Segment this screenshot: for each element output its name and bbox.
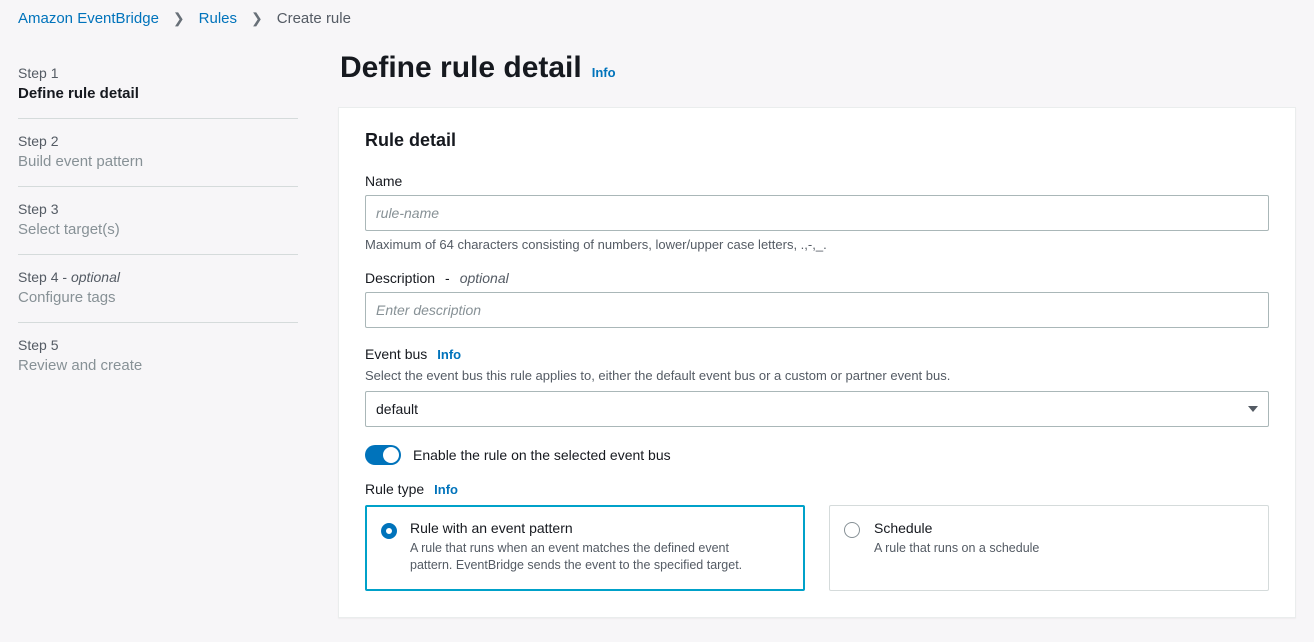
- step-3[interactable]: Step 3 Select target(s): [18, 187, 298, 255]
- panel-title: Rule detail: [365, 130, 1269, 151]
- event-bus-field: Event bus Info Select the event bus this…: [365, 346, 1269, 427]
- step-5[interactable]: Step 5 Review and create: [18, 323, 298, 390]
- radio-unselected-icon: [844, 522, 860, 538]
- step-1[interactable]: Step 1 Define rule detail: [18, 51, 298, 119]
- event-bus-help: Select the event bus this rule applies t…: [365, 368, 1269, 383]
- step-label: Step 3: [18, 201, 298, 217]
- breadcrumb-current: Create rule: [277, 10, 351, 27]
- description-field: Description - optional: [365, 270, 1269, 328]
- rule-detail-panel: Rule detail Name Maximum of 64 character…: [338, 107, 1296, 618]
- rule-type-event-pattern-tile[interactable]: Rule with an event pattern A rule that r…: [365, 505, 805, 591]
- rule-type-field: Rule type Info: [365, 481, 1269, 497]
- page-title: Define rule detail: [340, 51, 582, 85]
- step-title: Define rule detail: [18, 85, 298, 102]
- page-info-link[interactable]: Info: [592, 65, 616, 80]
- step-4[interactable]: Step 4 - optional Configure tags: [18, 255, 298, 323]
- step-title: Select target(s): [18, 221, 298, 238]
- main-content: Define rule detail Info Rule detail Name…: [338, 51, 1296, 618]
- step-label: Step 4 - optional: [18, 269, 298, 285]
- step-title: Build event pattern: [18, 153, 298, 170]
- enable-rule-toggle-label: Enable the rule on the selected event bu…: [413, 447, 671, 463]
- breadcrumb-root[interactable]: Amazon EventBridge: [18, 10, 159, 27]
- rule-type-info-link[interactable]: Info: [434, 482, 458, 497]
- step-2[interactable]: Step 2 Build event pattern: [18, 119, 298, 187]
- breadcrumb: Amazon EventBridge ❯ Rules ❯ Create rule: [18, 10, 1296, 27]
- wizard-stepper: Step 1 Define rule detail Step 2 Build e…: [18, 51, 298, 618]
- rule-type-label: Rule type Info: [365, 481, 1269, 497]
- breadcrumb-rules[interactable]: Rules: [199, 10, 237, 27]
- step-label: Step 5: [18, 337, 298, 353]
- step-label: Step 1: [18, 65, 298, 81]
- step-title: Review and create: [18, 357, 298, 374]
- event-bus-select[interactable]: default: [365, 391, 1269, 427]
- rule-type-tiles: Rule with an event pattern A rule that r…: [365, 505, 1269, 591]
- description-input[interactable]: [365, 292, 1269, 328]
- tile-description: A rule that runs when an event matches t…: [410, 540, 750, 574]
- radio-selected-icon: [381, 523, 397, 539]
- caret-down-icon: [1248, 406, 1258, 412]
- description-label: Description - optional: [365, 270, 1269, 286]
- event-bus-selected-value: default: [376, 401, 418, 417]
- tile-description: A rule that runs on a schedule: [874, 540, 1214, 557]
- enable-rule-toggle[interactable]: [365, 445, 401, 465]
- name-label: Name: [365, 173, 1269, 189]
- event-bus-label: Event bus Info: [365, 346, 1269, 362]
- toggle-knob-icon: [383, 447, 399, 463]
- step-label: Step 2: [18, 133, 298, 149]
- step-title: Configure tags: [18, 289, 298, 306]
- event-bus-info-link[interactable]: Info: [437, 347, 461, 362]
- tile-title: Schedule: [874, 520, 1254, 536]
- name-field: Name Maximum of 64 characters consisting…: [365, 173, 1269, 252]
- chevron-right-icon: ❯: [251, 10, 263, 27]
- chevron-right-icon: ❯: [173, 10, 185, 27]
- rule-type-schedule-tile[interactable]: Schedule A rule that runs on a schedule: [829, 505, 1269, 591]
- enable-rule-toggle-row: Enable the rule on the selected event bu…: [365, 445, 1269, 465]
- name-input[interactable]: [365, 195, 1269, 231]
- tile-title: Rule with an event pattern: [410, 520, 790, 536]
- name-help: Maximum of 64 characters consisting of n…: [365, 237, 1269, 252]
